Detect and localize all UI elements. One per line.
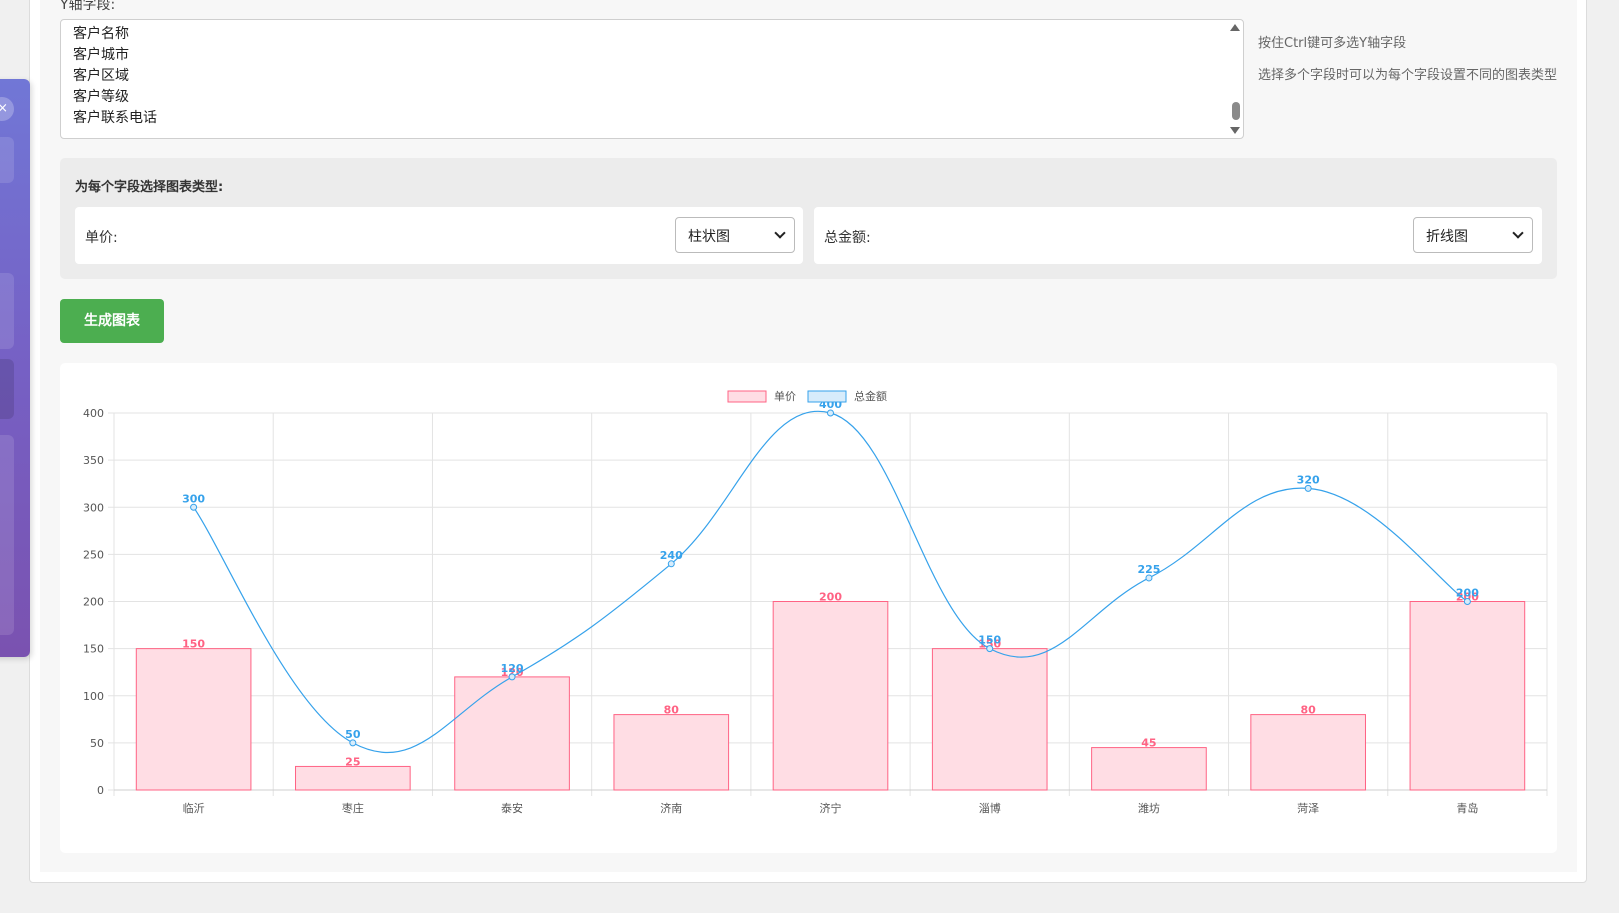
- field-type-row-total-amount: 总金额: 折线图: [814, 207, 1542, 264]
- line-data-label: 225: [1137, 563, 1160, 576]
- bar-data-label: 200: [819, 591, 842, 604]
- x-tick-label: 济南: [660, 801, 682, 815]
- sidebar-tab-2[interactable]: [0, 273, 14, 349]
- chart-type-panel: 为每个字段选择图表类型: 单价: 柱状图 总金额: 折线图: [60, 158, 1557, 279]
- line-data-label: 50: [345, 728, 361, 741]
- chart-container: 0 50 100 150 200 250 300 350 400 临沂 枣庄 泰安 济南 济宁 淄博 潍坊 菏泽…: [60, 363, 1557, 853]
- bar-data-label: 25: [345, 755, 360, 768]
- listbox-option[interactable]: 客户区域: [61, 66, 1243, 87]
- floating-sidebar: × 主 合 表: [0, 79, 30, 657]
- scrollbar-thumb[interactable]: [1232, 102, 1240, 120]
- x-tick-label: 青岛: [1456, 801, 1478, 815]
- scroll-up-arrow-icon[interactable]: [1230, 24, 1240, 31]
- y-tick-label: 350: [83, 454, 104, 467]
- x-tick-label: 潍坊: [1138, 801, 1160, 815]
- x-tick-label: 枣庄: [342, 801, 364, 815]
- y-tick-label: 50: [90, 737, 104, 750]
- legend-label-unit-price: 单价: [774, 390, 796, 403]
- bar-unit-price: [772, 601, 889, 791]
- y-axis-field-label: Y轴字段:: [60, 0, 116, 13]
- select-value: 折线图: [1426, 229, 1468, 245]
- y-tick-label: 100: [83, 690, 104, 703]
- bar-unit-price: [1091, 747, 1207, 791]
- line-data-label: 120: [501, 662, 524, 675]
- field-label-unit-price: 单价:: [85, 230, 118, 246]
- chart-type-panel-title: 为每个字段选择图表类型:: [75, 180, 224, 195]
- listbox-option[interactable]: 客户等级: [61, 87, 1243, 108]
- y-tick-label: 250: [83, 548, 104, 561]
- field-type-row-unit-price: 单价: 柱状图: [75, 207, 803, 264]
- legend-label-total-amount: 总金额: [854, 389, 887, 403]
- line-data-label: 320: [1297, 473, 1320, 486]
- line-data-label: 150: [978, 634, 1001, 647]
- sidebar-tab-1[interactable]: [0, 137, 14, 183]
- bar-data-label: 150: [182, 638, 205, 651]
- bar-unit-price: [135, 648, 252, 791]
- y-axis-field-listbox[interactable]: 客户名称 客户城市 客户区域 客户等级 客户联系电话: [60, 19, 1244, 139]
- bar-unit-price: [931, 648, 1048, 791]
- bar-data-label: 80: [1301, 704, 1317, 717]
- y-tick-label: 400: [83, 407, 104, 420]
- line-data-label: 240: [660, 549, 683, 562]
- bar-data-label: 80: [664, 704, 680, 717]
- y-tick-label: 300: [83, 501, 104, 514]
- listbox-option[interactable]: 客户联系电话: [61, 108, 1243, 129]
- legend-swatch-total-amount: [807, 390, 847, 403]
- chevron-down-icon: [774, 227, 786, 239]
- combo-chart: 0 50 100 150 200 250 300 350 400 临沂 枣庄 泰安 济南 济宁 淄博 潍坊 菏泽…: [83, 389, 1548, 815]
- bar-data-label: 45: [1141, 737, 1156, 750]
- chart-type-hint: 选择多个字段时可以为每个字段设置不同的图表类型: [1258, 68, 1558, 83]
- close-icon[interactable]: ×: [0, 97, 14, 121]
- generate-chart-button[interactable]: 生成图表: [60, 299, 164, 343]
- x-tick-label: 泰安: [501, 801, 523, 815]
- line-data-label: 200: [1456, 587, 1479, 600]
- x-tick-label: 菏泽: [1297, 802, 1319, 815]
- chevron-down-icon: [1512, 227, 1524, 239]
- bar-unit-price: [454, 676, 570, 791]
- legend-swatch-unit-price: [727, 390, 767, 403]
- bar-unit-price: [295, 765, 411, 791]
- scroll-down-arrow-icon[interactable]: [1230, 127, 1240, 134]
- select-value: 柱状图: [688, 229, 730, 245]
- listbox-scrollbar[interactable]: [1227, 20, 1243, 138]
- x-tick-label: 淄博: [979, 802, 1001, 815]
- listbox-option[interactable]: 客户名称: [61, 24, 1243, 45]
- chart-type-select-total-amount[interactable]: 折线图: [1413, 217, 1533, 253]
- multi-select-hint: 按住Ctrl键可多选Y轴字段: [1258, 36, 1407, 51]
- x-tick-label: 济宁: [820, 801, 842, 815]
- bar-unit-price: [1409, 601, 1526, 791]
- y-tick-label: 150: [83, 643, 104, 656]
- listbox-option[interactable]: 客户城市: [61, 45, 1243, 66]
- x-tick-label: 临沂: [183, 801, 205, 815]
- chart-type-select-unit-price[interactable]: 柱状图: [675, 217, 795, 253]
- sidebar-tab-3[interactable]: [0, 359, 14, 419]
- bar-unit-price: [1250, 714, 1366, 791]
- line-data-label: 300: [182, 492, 205, 505]
- y-tick-label: 0: [97, 784, 104, 797]
- field-label-total-amount: 总金额:: [824, 230, 871, 246]
- y-tick-label: 200: [83, 596, 104, 609]
- bar-unit-price: [613, 714, 730, 791]
- sidebar-tab-4[interactable]: [0, 435, 14, 635]
